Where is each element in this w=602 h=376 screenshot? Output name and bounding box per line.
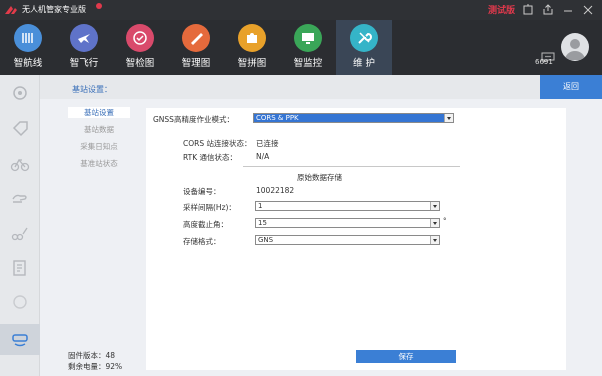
back-button[interactable]: 返回 [540,75,602,99]
chevron-down-icon [430,202,439,210]
elevation-select[interactable]: 15 [255,218,440,228]
app-title: 无人机管家专业版 [22,5,86,14]
format-select[interactable]: GNS [255,235,440,245]
device-value: 10022182 [256,186,295,195]
nav-label: 智拼图 [237,58,267,69]
battery-level: 剩余电量：92% [68,362,123,371]
gear-ring-icon[interactable] [10,83,30,103]
mode-label: GNSS高精度作业模式： [153,115,234,124]
document-icon[interactable] [10,258,30,278]
cors-status-label: CORS 站连接状态： [183,139,252,148]
submenu-base-data[interactable]: 基站数据 [68,124,130,135]
title-bar: 无人机管家专业版 测试版 [0,0,602,20]
degree-unit: ° [443,217,447,225]
monitor-icon [294,24,322,52]
bike-icon[interactable] [10,153,30,173]
tag-icon[interactable] [10,119,30,139]
close-icon[interactable] [582,4,594,16]
puzzle-icon [238,24,266,52]
submenu-base-settings[interactable]: 基站设置 [68,107,130,118]
elevation-label: 高度截止角： [183,220,228,229]
interval-label: 采样间隔(Hz)： [183,203,236,212]
nav-item-manage[interactable]: 智理图 [168,20,224,75]
nav-label: 智检图 [125,58,155,69]
device-label: 设备编号： [183,187,221,196]
nav-label: 智监控 [293,58,323,69]
chevron-down-icon [444,114,453,122]
test-version-label: 测试版 [488,6,516,16]
main-nav: 智航线 智飞行 智检图 智理图 智拼图 智监控 维 护 6691 [0,20,602,75]
elevation-value: 15 [258,219,267,227]
mode-select[interactable]: CORS & PPK [253,113,454,123]
interval-value: 1 [258,202,263,210]
chevron-down-icon [430,236,439,244]
save-button[interactable]: 保存 [356,350,456,363]
minimize-icon[interactable] [562,4,574,16]
wrench-icon [350,24,378,52]
hand-icon[interactable] [10,188,30,208]
nav-label: 智航线 [13,58,43,69]
base-station-icon[interactable] [10,329,30,349]
nav-item-monitor[interactable]: 智监控 [280,20,336,75]
plane-icon [70,24,98,52]
format-label: 存储格式： [183,237,221,246]
share-icon[interactable] [542,4,554,16]
section-divider [243,166,460,167]
nav-item-route[interactable]: 智航线 [0,20,56,75]
route-icon [14,24,42,52]
nav-item-inspect[interactable]: 智检图 [112,20,168,75]
circle-icon[interactable] [10,292,30,312]
user-id: 6691 [535,58,553,66]
submenu-collection-points[interactable]: 采集日知点 [68,141,130,152]
breadcrumb: 基站设置： [72,85,112,94]
chevron-down-icon [430,219,439,227]
firmware-version: 固件版本：48 [68,351,116,360]
brush-icon [182,24,210,52]
app-logo-icon [5,6,17,14]
check-icon [126,24,154,52]
interval-select[interactable]: 1 [255,201,440,211]
nav-label: 智理图 [181,58,211,69]
user-icon [565,39,585,60]
mode-value: CORS & PPK [256,114,299,122]
rtk-status-value: N/A [256,152,270,161]
notification-badge [96,3,102,9]
avatar[interactable] [561,33,589,61]
nav-item-maintenance[interactable]: 维 护 [336,20,392,75]
nav-label: 维 护 [352,58,376,69]
nav-item-flight[interactable]: 智飞行 [56,20,112,75]
rtk-status-label: RTK 通信状态： [183,153,238,162]
cors-status-value: 已连接 [256,139,279,148]
section-title: 原始数据存储 [297,173,342,182]
nav-item-stitch[interactable]: 智拼图 [224,20,280,75]
submenu-reference-status[interactable]: 基准站状态 [68,158,130,169]
link-icon[interactable] [10,224,30,244]
header-strip [40,75,602,99]
nav-label: 智飞行 [69,58,99,69]
format-value: GNS [258,236,274,244]
skin-icon[interactable] [522,4,534,16]
